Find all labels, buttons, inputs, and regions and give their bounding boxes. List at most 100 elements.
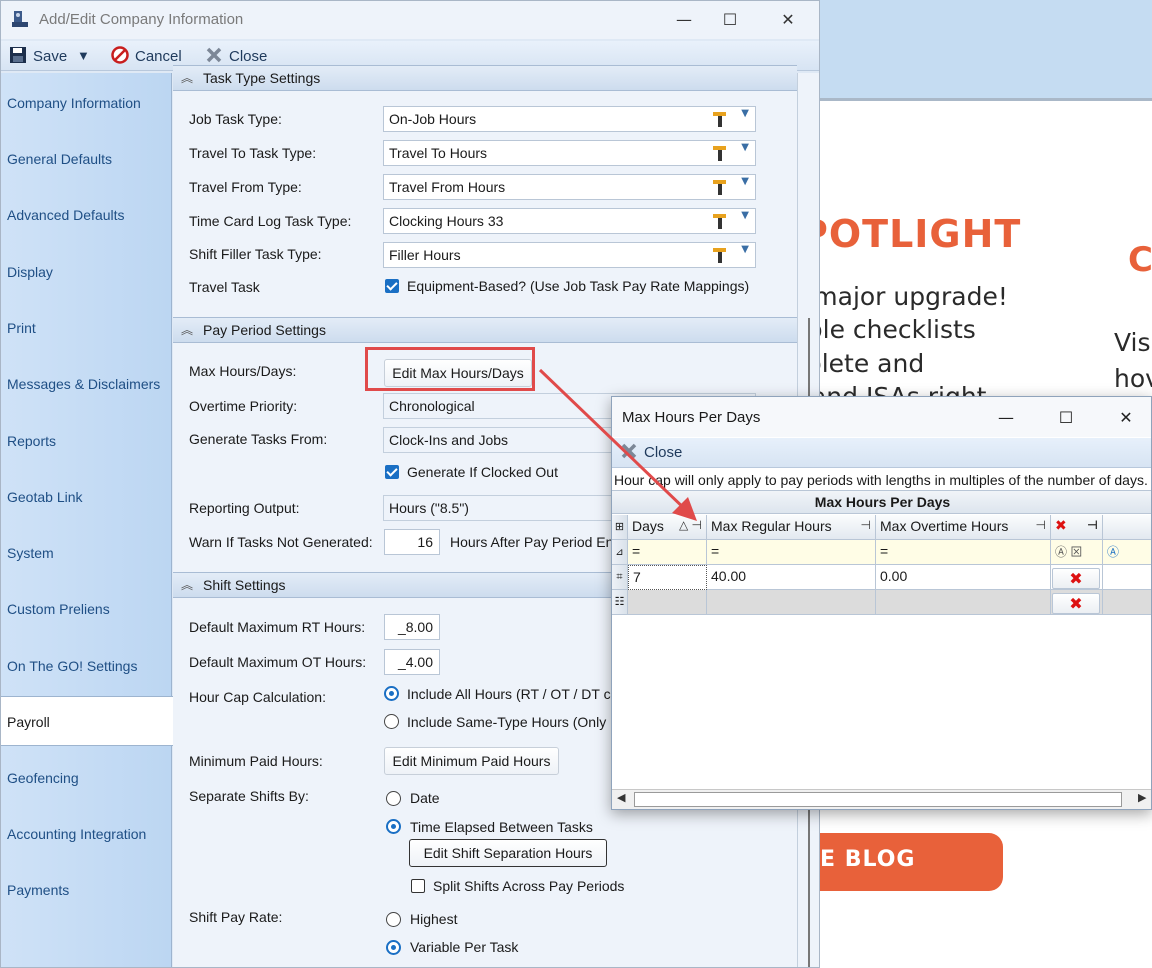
hour-cap-calculation-label: Hour Cap Calculation: [189, 689, 326, 705]
default-max-rt-hours-input[interactable]: _8.00 [384, 614, 440, 640]
chevron-down-icon[interactable]: ▼ [741, 108, 749, 119]
hammer-icon[interactable] [711, 144, 729, 162]
days-filter[interactable]: = [628, 540, 707, 565]
row-editing-icon: ⌗ [612, 565, 628, 590]
section-title: Pay Period Settings [203, 322, 326, 338]
dialog-title-bar: Max Hours Per Days — ☐ ✕ [612, 397, 1151, 437]
sidebar-item-payments[interactable]: Payments [1, 865, 172, 915]
separate-by-date-radio[interactable] [386, 791, 401, 806]
sidebar-item-reports[interactable]: Reports [1, 416, 172, 466]
split-shifts-checkbox[interactable] [411, 879, 425, 893]
scrollbar-thumb[interactable] [634, 792, 1122, 807]
clear-filter-icon[interactable]: ⊠ [1070, 545, 1082, 559]
max-overtime-filter[interactable]: = [876, 540, 1051, 565]
default-max-ot-hours-input[interactable]: _4.00 [384, 649, 440, 675]
include-all-hours-radio[interactable] [384, 686, 399, 701]
sidebar-item-company-information[interactable]: Company Information [1, 78, 172, 128]
job-task-type-select[interactable]: On-Job Hours ▼ [383, 106, 756, 132]
cell-max-overtime-hours[interactable]: 0.00 [876, 565, 1051, 590]
edit-minimum-paid-hours-button[interactable]: Edit Minimum Paid Hours [384, 747, 559, 775]
minimize-button[interactable]: — [661, 7, 707, 33]
chevron-down-icon[interactable]: ▼ [741, 210, 749, 221]
dialog-maximize-button[interactable]: ☐ [1046, 405, 1086, 431]
sidebar-item-custom-preliens[interactable]: Custom Preliens [1, 584, 172, 634]
cancel-label: Cancel [135, 48, 182, 65]
scroll-right-arrow-icon[interactable]: ▶ [1138, 791, 1146, 804]
sidebar-item-messages-disclaimers[interactable]: Messages & Disclaimers [1, 359, 172, 409]
overtime-priority-label: Overtime Priority: [189, 398, 298, 414]
sidebar-item-general-defaults[interactable]: General Defaults [1, 134, 172, 184]
cell-max-regular-hours[interactable]: 40.00 [707, 565, 876, 590]
travel-from-type-select[interactable]: Travel From Hours ▼ [383, 174, 756, 200]
sidebar-item-system[interactable]: System [1, 528, 172, 578]
pin-icon[interactable]: ⊣ [1087, 518, 1098, 532]
save-dropdown-arrow-icon[interactable]: ▼ [77, 46, 90, 68]
new-cell-max-regular-hours[interactable] [707, 590, 876, 615]
equipment-based-label: Equipment-Based? (Use Job Task Pay Rate … [407, 278, 750, 294]
sidebar-item-geotab-link[interactable]: Geotab Link [1, 472, 172, 522]
chevron-down-icon[interactable]: ▼ [741, 244, 749, 255]
delete-row-button[interactable]: ✖ [1052, 568, 1100, 589]
horizontal-scrollbar[interactable]: ◀ ▶ [612, 789, 1151, 809]
edit-shift-separation-hours-button[interactable]: Edit Shift Separation Hours [409, 839, 607, 867]
close-window-button[interactable]: ✕ [765, 7, 811, 33]
column-header-max-overtime-hours[interactable]: Max Overtime Hours ⊣ [876, 515, 1051, 540]
warn-hours-input[interactable]: 16 [384, 529, 440, 555]
sidebar-item-print[interactable]: Print [1, 303, 172, 353]
pin-icon[interactable]: ⊣ [1036, 518, 1046, 532]
maximize-button[interactable]: ☐ [707, 7, 753, 33]
filter-text-icon[interactable]: Ⓐ [1055, 545, 1067, 559]
shift-filler-task-type-select[interactable]: Filler Hours ▼ [383, 242, 756, 268]
new-cell-days[interactable] [628, 590, 707, 615]
pin-icon[interactable]: ⊣ [861, 518, 871, 532]
default-max-rt-hours-label: Default Maximum RT Hours: [189, 619, 366, 635]
cancel-icon [111, 46, 129, 64]
background-text-right: hov [1114, 364, 1152, 393]
dialog-minimize-button[interactable]: — [986, 405, 1026, 431]
travel-to-task-type-label: Travel To Task Type: [189, 145, 317, 161]
generate-if-clocked-out-checkbox[interactable] [385, 465, 399, 479]
cell-days[interactable]: 7 [628, 565, 707, 590]
pay-rate-highest-radio[interactable] [386, 912, 401, 927]
time-card-log-task-type-select[interactable]: Clocking Hours 33 ▼ [383, 208, 756, 234]
chevron-down-icon[interactable]: ▼ [741, 142, 749, 153]
sidebar-item-payroll[interactable]: Payroll [1, 696, 173, 746]
floppy-disk-icon [10, 47, 26, 63]
pay-period-settings-header[interactable]: ︽ Pay Period Settings [173, 317, 797, 343]
time-card-log-task-type-label: Time Card Log Task Type: [189, 213, 352, 229]
scroll-left-arrow-icon[interactable]: ◀ [617, 791, 625, 804]
sidebar-item-display[interactable]: Display [1, 247, 172, 297]
chevron-down-icon[interactable]: ▼ [741, 176, 749, 187]
sidebar-item-on-the-go-settings[interactable]: On The GO! Settings [1, 641, 172, 691]
new-cell-max-overtime-hours[interactable] [876, 590, 1051, 615]
filter-action-icons[interactable]: Ⓐ ⊠ [1051, 540, 1103, 565]
max-regular-filter[interactable]: = [707, 540, 876, 565]
pay-rate-variable-radio[interactable] [386, 940, 401, 955]
title-bar: Add/Edit Company Information — ☐ ✕ [1, 1, 819, 39]
dialog-close-window-button[interactable]: ✕ [1106, 405, 1146, 431]
hammer-icon[interactable] [711, 246, 729, 264]
filter-extra-icon[interactable]: Ⓐ [1103, 540, 1151, 565]
sort-ascending-pin-icon[interactable]: △ ⊣ [679, 518, 702, 532]
app-icon [12, 11, 28, 27]
cancel-button[interactable]: Cancel [111, 46, 182, 68]
sidebar-item-advanced-defaults[interactable]: Advanced Defaults [1, 190, 172, 240]
dialog-close-button[interactable]: Close [620, 442, 682, 464]
hammer-icon[interactable] [711, 110, 729, 128]
save-button[interactable]: Save [9, 46, 67, 68]
travel-to-task-type-select[interactable]: Travel To Hours ▼ [383, 140, 756, 166]
hammer-icon[interactable] [711, 212, 729, 230]
task-type-settings-header[interactable]: ︽ Task Type Settings [173, 65, 797, 91]
column-header-days[interactable]: Days △ ⊣ [628, 515, 707, 540]
sidebar-item-geofencing[interactable]: Geofencing [1, 753, 172, 803]
section-title: Shift Settings [203, 577, 286, 593]
time-elapsed-radio[interactable] [386, 819, 401, 834]
column-header-max-regular-hours[interactable]: Max Regular Hours ⊣ [707, 515, 876, 540]
include-same-type-hours-radio[interactable] [384, 714, 399, 729]
equipment-based-checkbox[interactable] [385, 279, 399, 293]
pay-rate-variable-label: Variable Per Task [410, 939, 519, 955]
delete-new-row-button[interactable]: ✖ [1052, 593, 1100, 614]
sidebar-item-accounting-integration[interactable]: Accounting Integration [1, 809, 172, 859]
hammer-icon[interactable] [711, 178, 729, 196]
row-selector-header: ⊞ [612, 515, 628, 540]
